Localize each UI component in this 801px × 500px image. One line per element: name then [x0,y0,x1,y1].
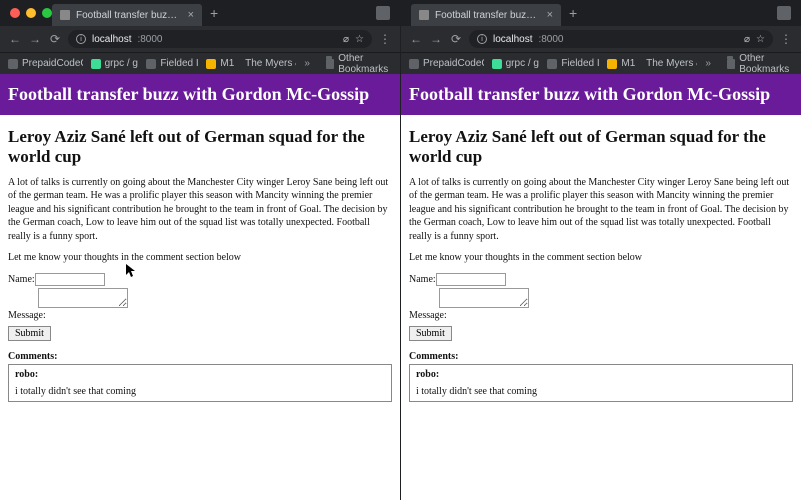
site-info-icon[interactable]: i [76,34,86,44]
bookmark-item[interactable]: M1 The Myers & Briggs… [206,58,296,69]
tab-favicon-icon [419,10,429,20]
tab-close-icon[interactable]: × [547,9,553,21]
site-banner: Football transfer buzz with Gordon Mc-Go… [0,74,400,115]
tab-title: Football transfer buzz with G [435,10,541,21]
name-input[interactable] [436,273,506,286]
article-body: A lot of talks is currently on going abo… [409,176,793,244]
bookmark-item[interactable]: PrepaidCodeCenter… [8,58,83,69]
comment-body: i totally didn't see that coming [15,386,385,397]
message-textarea[interactable] [439,288,529,308]
folder-icon [727,59,735,69]
comment-author: robo: [15,369,385,380]
nav-forward-button[interactable]: → [28,32,42,46]
new-tab-button[interactable]: + [561,5,585,21]
name-label: Name: [8,274,35,285]
browser-tab[interactable]: Football transfer buzz with G × [411,4,561,26]
bookmark-star-icon[interactable]: ☆ [756,34,765,45]
browser-window-left: Football transfer buzz with G × + ← → ⟳ … [0,0,400,500]
url-path: :8000 [137,34,162,45]
tab-strip: Football transfer buzz with G × + [0,0,400,26]
bookmarks-bar: PrepaidCodeCenter… grpc / grpc.io Fielde… [401,52,801,74]
bookmark-favicon-icon [492,59,502,69]
site-title: Football transfer buzz with Gordon Mc-Go… [409,84,770,104]
search-engine-icon[interactable]: ⌀ [744,34,750,45]
url-path: :8000 [538,34,563,45]
tab-strip: Football transfer buzz with G × + [401,0,801,26]
article-prompt: Let me know your thoughts in the comment… [409,251,793,265]
bookmark-favicon-icon [146,59,156,69]
message-label: Message: [409,310,447,321]
submit-button[interactable]: Submit [8,326,51,341]
nav-back-button[interactable]: ← [409,32,423,46]
comment-body: i totally didn't see that coming [416,386,786,397]
site-banner: Football transfer buzz with Gordon Mc-Go… [401,74,801,115]
folder-icon [326,59,334,69]
comments-heading: Comments: [8,351,392,362]
nav-reload-button[interactable]: ⟳ [48,32,62,46]
message-label: Message: [8,310,46,321]
submit-button[interactable]: Submit [409,326,452,341]
article-title: Leroy Aziz Sané left out of German squad… [8,127,392,168]
toolbar: ← → ⟳ i localhost :8000 ⌀ ☆ ⋮ [0,26,400,52]
bookmark-item[interactable]: Fielded Issues [146,58,198,69]
bookmark-favicon-icon [206,59,216,69]
minimize-window-icon[interactable] [26,8,36,18]
url-host: localhost [493,34,532,45]
other-bookmarks-folder[interactable]: Other Bookmarks [326,53,392,75]
address-bar[interactable]: i localhost :8000 ⌀ ☆ [469,30,773,48]
comment-author: robo: [416,369,786,380]
extension-icon[interactable] [376,6,390,20]
message-textarea[interactable] [38,288,128,308]
bookmarks-overflow-button[interactable]: » [705,58,711,69]
bookmark-favicon-icon [91,59,101,69]
bookmark-favicon-icon [8,59,18,69]
bookmark-favicon-icon [607,59,617,69]
nav-forward-button[interactable]: → [429,32,443,46]
close-window-icon[interactable] [10,8,20,18]
comments-heading: Comments: [409,351,793,362]
name-input[interactable] [35,273,105,286]
new-tab-button[interactable]: + [202,5,226,21]
url-host: localhost [92,34,131,45]
nav-back-button[interactable]: ← [8,32,22,46]
site-title: Football transfer buzz with Gordon Mc-Go… [8,84,369,104]
bookmark-item[interactable]: PrepaidCodeCenter… [409,58,484,69]
address-bar[interactable]: i localhost :8000 ⌀ ☆ [68,30,372,48]
bookmark-favicon-icon [409,59,419,69]
maximize-window-icon[interactable] [42,8,52,18]
article-body: A lot of talks is currently on going abo… [8,176,392,244]
nav-reload-button[interactable]: ⟳ [449,32,463,46]
comment: robo: i totally didn't see that coming [8,364,392,402]
page-viewport: Football transfer buzz with Gordon Mc-Go… [401,74,801,500]
comment: robo: i totally didn't see that coming [409,364,793,402]
tab-favicon-icon [60,10,70,20]
bookmark-item[interactable]: Fielded Issues [547,58,599,69]
browser-menu-button[interactable]: ⋮ [779,32,793,46]
page-viewport: Football transfer buzz with Gordon Mc-Go… [0,74,400,500]
bookmarks-overflow-button[interactable]: » [304,58,310,69]
bookmarks-bar: PrepaidCodeCenter… grpc / grpc.io Fielde… [0,52,400,74]
name-label: Name: [409,274,436,285]
bookmark-star-icon[interactable]: ☆ [355,34,364,45]
browser-menu-button[interactable]: ⋮ [378,32,392,46]
browser-tab[interactable]: Football transfer buzz with G × [52,4,202,26]
extension-icon[interactable] [777,6,791,20]
other-bookmarks-folder[interactable]: Other Bookmarks [727,53,793,75]
bookmark-item[interactable]: grpc / grpc.io [492,58,540,69]
window-controls [10,8,52,18]
article-prompt: Let me know your thoughts in the comment… [8,251,392,265]
bookmark-item[interactable]: grpc / grpc.io [91,58,139,69]
toolbar: ← → ⟳ i localhost :8000 ⌀ ☆ ⋮ [401,26,801,52]
site-info-icon[interactable]: i [477,34,487,44]
bookmark-favicon-icon [547,59,557,69]
tab-title: Football transfer buzz with G [76,10,182,21]
bookmark-item[interactable]: M1 The Myers & Briggs… [607,58,697,69]
tab-close-icon[interactable]: × [188,9,194,21]
article-title: Leroy Aziz Sané left out of German squad… [409,127,793,168]
search-engine-icon[interactable]: ⌀ [343,34,349,45]
browser-window-right: Football transfer buzz with G × + ← → ⟳ … [401,0,801,500]
